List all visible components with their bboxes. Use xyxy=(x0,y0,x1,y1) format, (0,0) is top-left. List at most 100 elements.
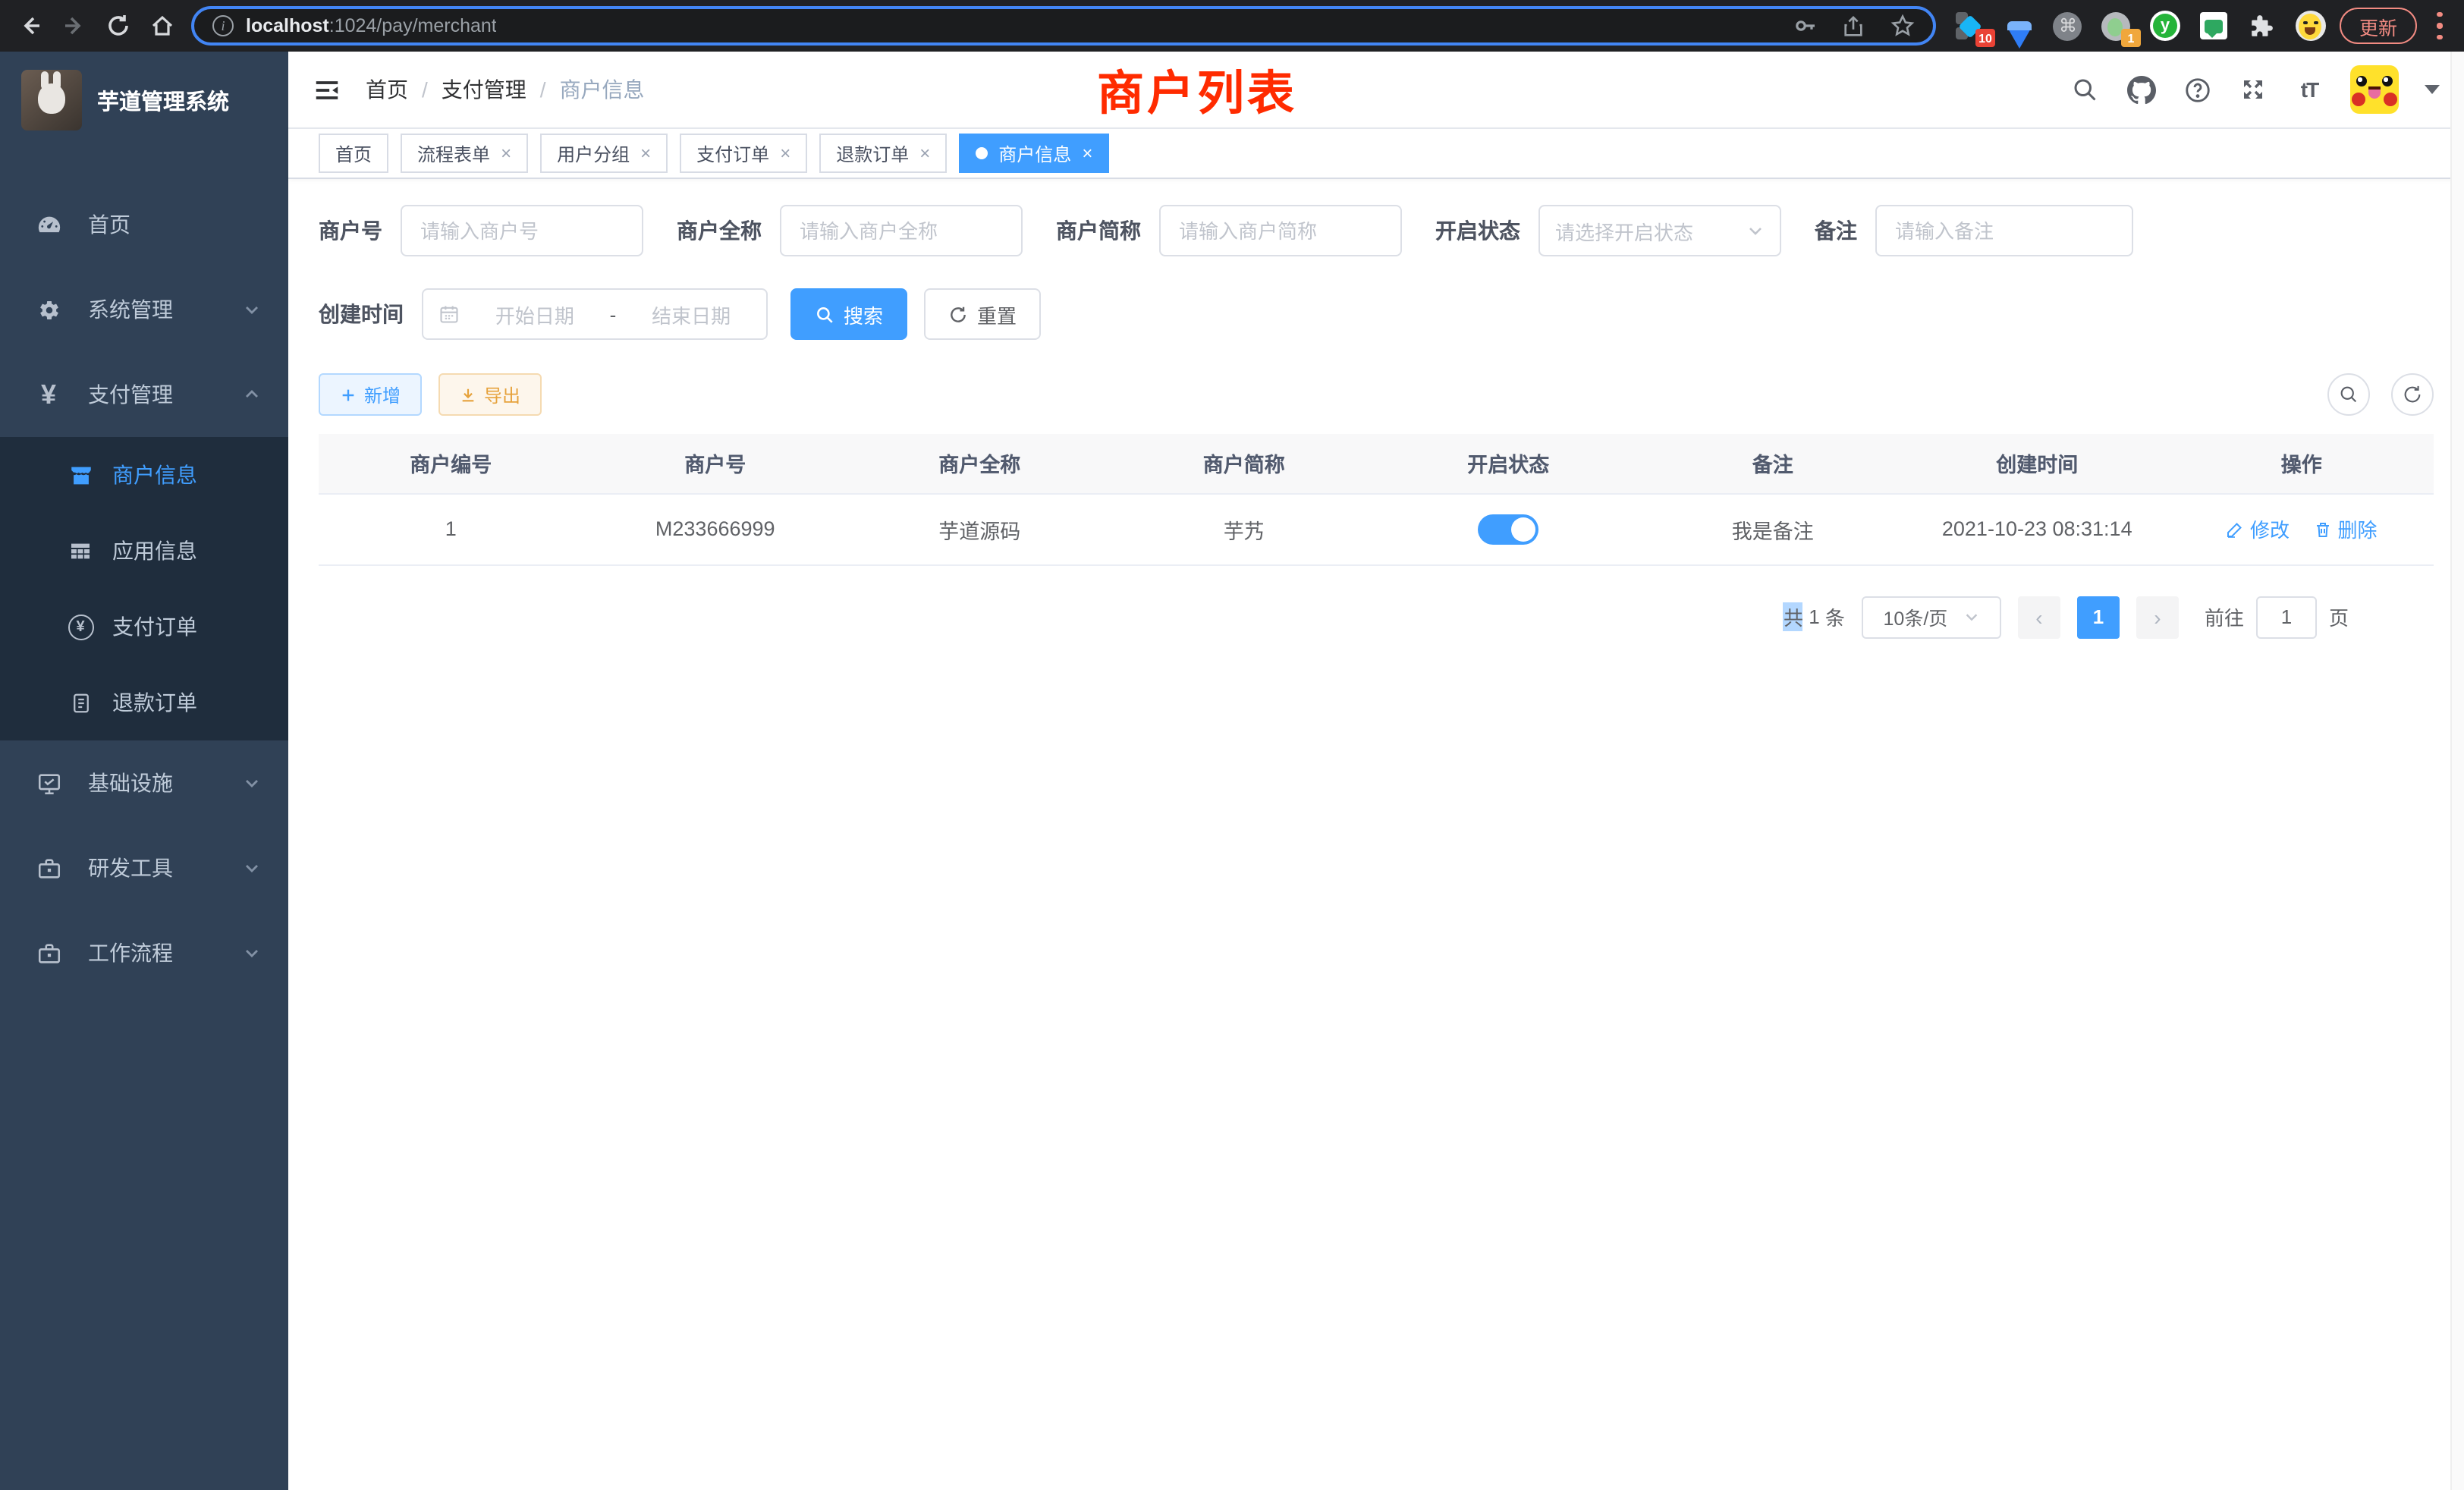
share-icon[interactable] xyxy=(1842,14,1866,38)
sidebar-item-pay[interactable]: ¥ 支付管理 xyxy=(0,352,288,437)
home-icon[interactable] xyxy=(147,11,178,41)
sidebar-item-label: 应用信息 xyxy=(112,536,197,566)
next-page-button[interactable]: › xyxy=(2136,596,2179,638)
extension-command-icon[interactable]: ⌘ xyxy=(2053,11,2083,41)
tab-close-icon[interactable]: × xyxy=(780,143,790,164)
user-avatar[interactable] xyxy=(2350,65,2399,114)
tab-pay-order[interactable]: 支付订单 × xyxy=(680,134,807,173)
tab-user-group[interactable]: 用户分组 × xyxy=(540,134,668,173)
reload-icon[interactable] xyxy=(103,11,134,41)
tab-close-icon[interactable]: × xyxy=(1082,143,1092,164)
sidebar-item-app-info[interactable]: 应用信息 xyxy=(0,513,288,589)
date-separator: - xyxy=(610,303,617,325)
reset-button[interactable]: 重置 xyxy=(924,288,1041,340)
help-icon[interactable] xyxy=(2182,74,2212,105)
table-row: 1 M233666999 芋道源码 芋艿 我是备注 2021-10-23 08:… xyxy=(319,493,2434,564)
goto-page-input[interactable] xyxy=(2256,596,2317,638)
sidebar-item-dev-tools[interactable]: 研发工具 xyxy=(0,825,288,910)
trash-icon xyxy=(2314,520,2332,538)
add-button[interactable]: 新增 xyxy=(319,373,422,416)
goto-label: 前往 xyxy=(2205,602,2244,631)
status-select[interactable]: 请选择开启状态 xyxy=(1538,205,1781,256)
back-icon[interactable] xyxy=(15,11,46,41)
sidebar-item-home[interactable]: 首页 xyxy=(0,182,288,267)
tab-label: 用户分组 xyxy=(557,140,630,166)
sidebar-item-system[interactable]: 系统管理 xyxy=(0,267,288,352)
pay-submenu: 商户信息 应用信息 ¥ 支付订单 xyxy=(0,437,288,740)
tab-process-form[interactable]: 流程表单 × xyxy=(401,134,528,173)
merchant-no-input[interactable] xyxy=(401,205,643,256)
tab-home[interactable]: 首页 xyxy=(319,134,388,173)
active-tab-dot xyxy=(976,147,988,159)
page-size-select[interactable]: 10条/页 xyxy=(1862,596,2001,638)
github-icon[interactable] xyxy=(2126,74,2156,105)
site-info-icon[interactable]: i xyxy=(212,15,234,36)
sidebar-item-merchant-info[interactable]: 商户信息 xyxy=(0,437,288,513)
fullscreen-icon[interactable] xyxy=(2238,74,2268,105)
password-key-icon[interactable] xyxy=(1793,14,1818,38)
monitor-icon xyxy=(35,770,62,796)
tab-label: 退款订单 xyxy=(836,140,909,166)
extensions-puzzle-icon[interactable] xyxy=(2247,11,2277,41)
collapse-menu-icon[interactable] xyxy=(313,74,343,105)
browser-update-button[interactable]: 更新 xyxy=(2340,8,2417,44)
toggle-search-button[interactable] xyxy=(2327,373,2370,416)
current-page-button[interactable]: 1 xyxy=(2077,596,2120,638)
sidebar-item-workflow[interactable]: 工作流程 xyxy=(0,910,288,995)
extension-diamond-icon[interactable]: 10 xyxy=(1956,11,1986,41)
browser-chrome: i localhost:1024/pay/merchant 10 xyxy=(0,0,2464,52)
gear-icon xyxy=(35,297,62,322)
cell-full-name: 芋道源码 xyxy=(847,493,1112,564)
extension-avatar-icon[interactable]: 1 xyxy=(2101,11,2132,41)
create-time-range-picker[interactable]: 开始日期 - 结束日期 xyxy=(422,288,768,340)
window-scrollbar[interactable] xyxy=(2450,52,2464,1490)
refresh-table-button[interactable] xyxy=(2391,373,2434,416)
full-name-input[interactable] xyxy=(780,205,1023,256)
sidebar: 芋道管理系统 首页 系统管理 xyxy=(0,52,288,1490)
extension-emoji-icon[interactable] xyxy=(2296,11,2326,41)
sidebar-item-pay-order[interactable]: ¥ 支付订单 xyxy=(0,589,288,665)
tab-close-icon[interactable]: × xyxy=(501,143,511,164)
chevron-up-icon xyxy=(243,385,261,404)
refresh-icon xyxy=(2402,384,2423,405)
prev-page-button[interactable]: ‹ xyxy=(2018,596,2060,638)
tab-merchant-info[interactable]: 商户信息 × xyxy=(959,134,1109,173)
delete-link[interactable]: 删除 xyxy=(2314,514,2378,543)
avatar-caret-icon[interactable] xyxy=(2425,85,2440,94)
sidebar-item-infra[interactable]: 基础设施 xyxy=(0,740,288,825)
tab-close-icon[interactable]: × xyxy=(640,143,651,164)
sidebar-item-refund-order[interactable]: 退款订单 xyxy=(0,665,288,740)
chevron-down-icon xyxy=(243,774,261,792)
status-toggle[interactable] xyxy=(1478,514,1538,544)
tab-refund-order[interactable]: 退款订单 × xyxy=(819,134,947,173)
search-icon xyxy=(815,304,834,324)
sidebar-item-label: 商户信息 xyxy=(112,460,197,490)
app-logo-row[interactable]: 芋道管理系统 xyxy=(0,52,288,146)
search-button[interactable]: 搜索 xyxy=(790,288,907,340)
tab-close-icon[interactable]: × xyxy=(919,143,930,164)
bookmark-star-icon[interactable] xyxy=(1890,14,1915,38)
cell-merchant-no: M233666999 xyxy=(583,493,848,564)
forward-icon[interactable] xyxy=(59,11,90,41)
extension-gem-icon[interactable] xyxy=(2004,11,2035,41)
search-icon[interactable] xyxy=(2070,74,2100,105)
status-select-placeholder: 请选择开启状态 xyxy=(1555,216,1746,245)
goto-suffix: 页 xyxy=(2329,602,2349,631)
short-name-input[interactable] xyxy=(1159,205,1402,256)
breadcrumb-home[interactable]: 首页 xyxy=(366,74,408,105)
chevron-down-icon xyxy=(1963,608,1979,625)
short-name-label: 商户简称 xyxy=(1056,215,1141,246)
browser-menu-icon[interactable] xyxy=(2437,12,2443,39)
sidebar-item-label: 工作流程 xyxy=(88,938,173,968)
download-icon xyxy=(460,386,476,403)
remark-input[interactable] xyxy=(1875,205,2133,256)
font-size-icon[interactable]: tT xyxy=(2294,74,2324,105)
edit-link[interactable]: 修改 xyxy=(2226,514,2290,543)
breadcrumb-pay[interactable]: 支付管理 xyxy=(442,74,526,105)
sidebar-item-label: 首页 xyxy=(88,209,130,240)
extension-chat-icon[interactable] xyxy=(2198,11,2229,41)
export-button[interactable]: 导出 xyxy=(438,373,542,416)
url-bar[interactable]: i localhost:1024/pay/merchant xyxy=(191,6,1936,46)
extension-y-icon[interactable]: y xyxy=(2150,11,2180,41)
edit-pencil-icon xyxy=(2226,520,2244,538)
